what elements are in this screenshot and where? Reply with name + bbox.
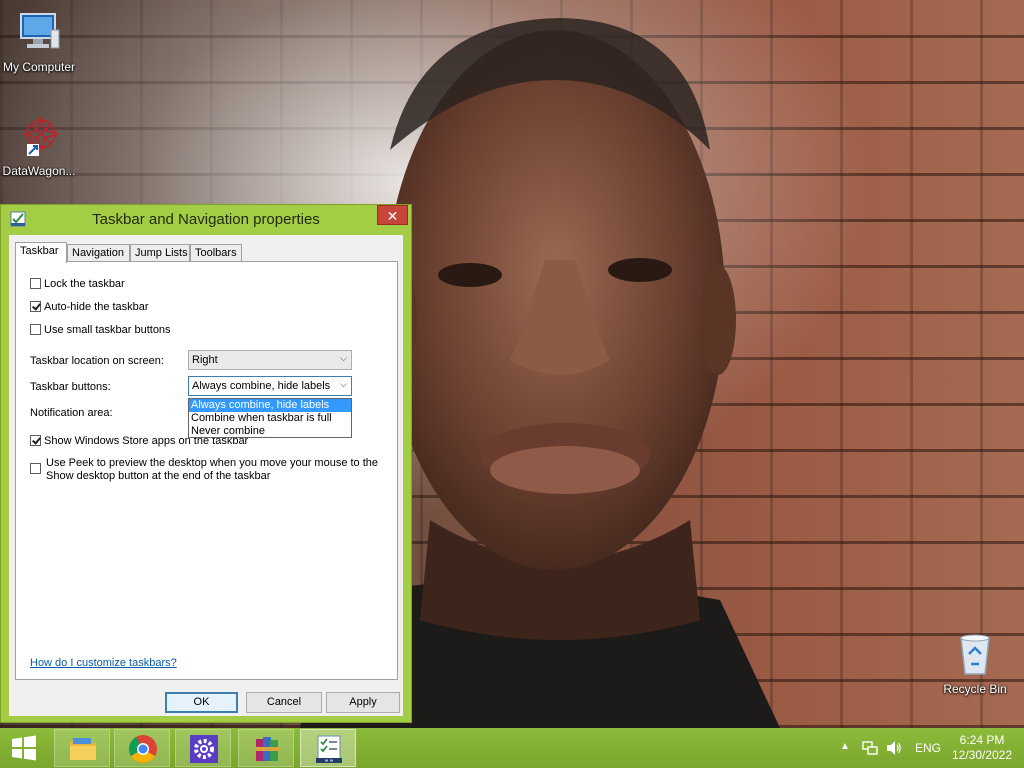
chevron-down-icon: ⌵ <box>340 379 347 389</box>
my-computer-desktop-icon[interactable]: My Computer <box>0 8 81 74</box>
recycle-bin-label: Recycle Bin <box>943 682 1007 696</box>
notification-area-label: Notification area: <box>30 407 113 419</box>
location-select[interactable]: Right ⌵ <box>188 350 352 370</box>
start-button[interactable] <box>0 729 48 767</box>
recycle-bin-icon <box>960 634 990 675</box>
datawagon-desktop-icon[interactable]: DataWagon... <box>0 112 81 178</box>
location-label: Taskbar location on screen: <box>30 355 164 367</box>
help-link[interactable]: How do I customize taskbars? <box>30 657 177 669</box>
lock-taskbar-label: Lock the taskbar <box>44 278 125 290</box>
winrar-taskbar-button[interactable] <box>238 729 294 767</box>
settings-taskbar-button[interactable] <box>175 729 231 767</box>
settings-icon <box>190 735 218 763</box>
close-button[interactable]: ✕ <box>377 205 408 225</box>
close-icon: ✕ <box>386 208 399 224</box>
tab-navigation[interactable]: Navigation <box>67 244 130 262</box>
dialog-client-area: Taskbar Navigation Jump Lists Toolbars L… <box>9 235 403 716</box>
taskbar-buttons-select[interactable]: Always combine, hide labels ⌵ <box>188 376 352 396</box>
peek-checkbox[interactable]: Use Peek to preview the desktop when you… <box>30 457 378 483</box>
taskbar-buttons-dropdown: Always combine, hide labels Combine when… <box>188 398 352 438</box>
file-explorer-icon <box>70 738 96 760</box>
lock-taskbar-checkbox[interactable]: Lock the taskbar <box>30 278 125 290</box>
peek-box <box>30 463 41 474</box>
auto-hide-box-checked <box>30 301 41 312</box>
clock-time: 6:24 PM <box>959 733 1005 747</box>
dialog-title: Taskbar and Navigation properties <box>92 211 320 228</box>
location-value: Right <box>192 354 218 366</box>
small-buttons-label: Use small taskbar buttons <box>44 324 171 336</box>
taskbar-tab-page: Lock the taskbar Auto-hide the taskbar U… <box>15 261 398 680</box>
tab-jump-lists[interactable]: Jump Lists <box>130 244 190 262</box>
option-always-combine[interactable]: Always combine, hide labels <box>189 399 351 412</box>
cancel-button[interactable]: Cancel <box>246 692 322 713</box>
datawagon-shortcut-icon <box>22 115 60 156</box>
small-buttons-box <box>30 324 41 335</box>
datawagon-label: DataWagon... <box>2 164 76 178</box>
chevron-down-icon: ⌵ <box>340 353 347 363</box>
chrome-icon <box>129 735 157 763</box>
dialog-titlebar[interactable]: Taskbar and Navigation properties ✕ <box>1 205 411 233</box>
small-buttons-checkbox[interactable]: Use small taskbar buttons <box>30 324 171 336</box>
peek-label-line1: Use Peek to preview the desktop when you… <box>46 457 379 469</box>
taskbar-buttons-value: Always combine, hide labels <box>192 380 331 392</box>
start-icon <box>12 735 36 761</box>
tab-toolbars[interactable]: Toolbars <box>190 244 242 262</box>
option-combine-when-full[interactable]: Combine when taskbar is full <box>189 412 351 425</box>
winrar-icon <box>255 737 279 761</box>
clock[interactable]: 6:24 PM 12/30/2022 <box>950 733 1014 763</box>
peek-label-line2: Show desktop button at the end of the ta… <box>46 470 271 482</box>
option-never-combine[interactable]: Never combine <box>189 425 351 438</box>
language-indicator[interactable]: ENG <box>915 741 941 755</box>
volume-icon[interactable] <box>886 740 902 756</box>
properties-window-icon <box>316 735 342 763</box>
my-computer-label: My Computer <box>2 60 76 74</box>
chrome-taskbar-button[interactable] <box>114 729 170 767</box>
taskbar-properties-dialog: Taskbar and Navigation properties ✕ Task… <box>0 204 412 723</box>
computer-icon <box>20 13 60 49</box>
show-hidden-icons-chevron-up-icon[interactable]: ▲ <box>840 741 850 752</box>
auto-hide-label: Auto-hide the taskbar <box>44 301 149 313</box>
taskbar-buttons-label: Taskbar buttons: <box>30 381 111 393</box>
taskbar: ▲ ENG 6:24 PM 12/30/2022 <box>0 728 1024 768</box>
auto-hide-checkbox[interactable]: Auto-hide the taskbar <box>30 301 149 313</box>
clock-date: 12/30/2022 <box>951 748 1013 762</box>
tab-taskbar[interactable]: Taskbar <box>15 242 67 263</box>
apply-button[interactable]: Apply <box>326 692 400 713</box>
network-icon[interactable] <box>862 740 878 756</box>
properties-window-taskbar-button[interactable] <box>300 729 356 767</box>
ok-button[interactable]: OK <box>165 692 238 713</box>
store-apps-box-checked <box>30 435 41 446</box>
recycle-bin-desktop-icon[interactable]: Recycle Bin <box>933 630 1017 696</box>
lock-taskbar-box <box>30 278 41 289</box>
file-explorer-taskbar-button[interactable] <box>54 729 110 767</box>
